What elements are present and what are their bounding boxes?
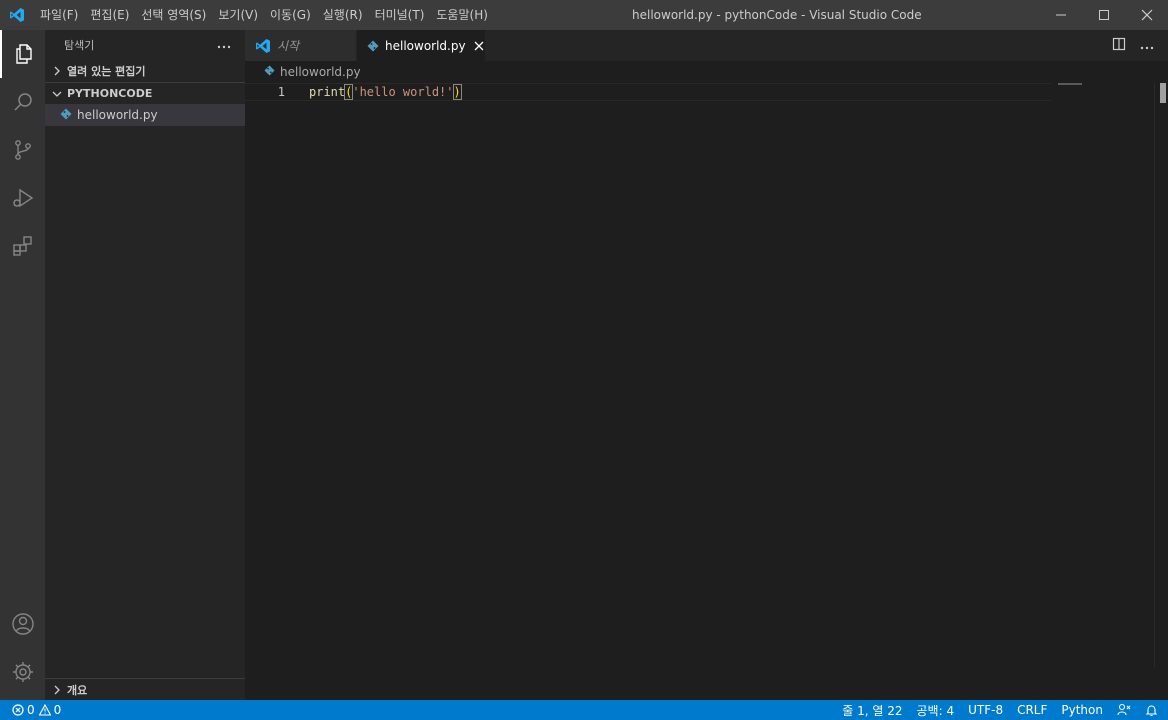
vscode-logo-icon xyxy=(255,38,271,54)
minimap-line xyxy=(1058,83,1082,85)
line-number: 1 xyxy=(277,85,285,99)
sidebar-header: 탐색기 xyxy=(45,30,245,60)
cursor-position[interactable]: 줄 1, 열 22 xyxy=(842,702,902,719)
account-button[interactable] xyxy=(0,600,45,648)
extensions-icon xyxy=(12,236,32,256)
status-right: 줄 1, 열 22 공백: 4 UTF-8 CRLF Python xyxy=(842,700,1158,720)
manage-button[interactable] xyxy=(0,648,45,696)
source-control-icon xyxy=(14,140,31,160)
ellipsis-icon xyxy=(217,45,231,48)
title-bar: 파일(F) 편집(E) 선택 영역(S) 보기(V) 이동(G) 실행(R) 터… xyxy=(0,0,1168,30)
run-debug-icon xyxy=(12,188,33,208)
file-label: helloworld.py xyxy=(77,108,158,122)
menu-view[interactable]: 보기(V) xyxy=(212,0,264,30)
window-controls xyxy=(1039,0,1168,30)
warnings-count: 0 xyxy=(53,703,62,717)
vscode-logo-icon xyxy=(0,0,34,30)
feedback-button[interactable] xyxy=(1117,703,1131,717)
close-icon xyxy=(1141,9,1152,21)
menu-selection[interactable]: 선택 영역(S) xyxy=(135,0,212,30)
maximize-button[interactable] xyxy=(1082,0,1125,30)
gear-icon xyxy=(12,662,33,682)
file-item-helloworld[interactable]: helloworld.py xyxy=(45,104,245,126)
extensions-button[interactable] xyxy=(0,222,45,270)
minimize-icon xyxy=(1055,14,1066,16)
close-icon xyxy=(474,41,484,50)
search-button[interactable] xyxy=(0,78,45,126)
chevron-down-icon xyxy=(49,90,65,98)
warnings-status: 0 xyxy=(38,703,62,717)
explorer-sidebar: 탐색기 열려 있는 편집기 PYTHONCODE helloworld.py 개… xyxy=(45,30,245,700)
split-editor-icon xyxy=(1112,37,1126,51)
warning-icon xyxy=(38,704,51,716)
close-window-button[interactable] xyxy=(1125,0,1168,30)
menu-terminal[interactable]: 터미널(T) xyxy=(369,0,431,30)
folder-label: PYTHONCODE xyxy=(67,87,153,100)
explorer-button[interactable] xyxy=(0,30,45,78)
explorer-icon xyxy=(15,44,32,64)
run-debug-button[interactable] xyxy=(0,174,45,222)
more-actions-button[interactable] xyxy=(217,39,231,52)
language-mode[interactable]: Python xyxy=(1061,703,1103,717)
indentation[interactable]: 공백: 4 xyxy=(917,702,955,719)
code-token-function: print xyxy=(309,85,346,99)
notifications-button[interactable] xyxy=(1145,704,1158,717)
account-icon xyxy=(11,613,34,635)
minimap[interactable] xyxy=(1058,83,1168,668)
minimize-button[interactable] xyxy=(1039,0,1082,30)
feedback-icon xyxy=(1117,703,1131,716)
errors-count: 0 xyxy=(27,703,35,717)
encoding[interactable]: UTF-8 xyxy=(968,703,1003,717)
error-icon xyxy=(12,704,24,716)
menu-run[interactable]: 실행(R) xyxy=(317,0,369,30)
window-title: helloworld.py - pythonCode - Visual Stud… xyxy=(632,8,922,22)
close-tab-button[interactable] xyxy=(474,41,484,51)
more-actions-button[interactable] xyxy=(1140,39,1154,53)
bell-icon xyxy=(1145,704,1158,716)
tab-label: 시작 xyxy=(277,39,300,53)
outline-label: 개요 xyxy=(67,683,88,697)
tabs-bar: 시작 helloworld.py xyxy=(245,30,1168,61)
overview-ruler xyxy=(1154,83,1168,668)
editor-actions xyxy=(1112,30,1154,61)
editor-area: 시작 helloworld.py helloworld.py 1 print('… xyxy=(245,30,1168,700)
chevron-right-icon xyxy=(49,685,65,695)
tab-label: helloworld.py xyxy=(385,38,466,53)
code-line[interactable]: print('hello world!') xyxy=(309,83,462,101)
python-file-icon xyxy=(60,108,72,123)
chevron-right-icon xyxy=(49,66,65,76)
outline-section[interactable]: 개요 xyxy=(45,678,245,700)
python-file-icon xyxy=(264,65,275,79)
menu-file[interactable]: 파일(F) xyxy=(34,0,84,30)
breadcrumb[interactable]: helloworld.py xyxy=(245,61,1168,83)
open-editors-label: 열려 있는 편집기 xyxy=(67,65,146,78)
activity-bar xyxy=(0,30,45,700)
end-of-line[interactable]: CRLF xyxy=(1017,703,1047,717)
ellipsis-icon xyxy=(1140,46,1154,49)
sidebar-title: 탐색기 xyxy=(64,39,95,52)
breadcrumb-file[interactable]: helloworld.py xyxy=(280,65,361,79)
open-editors-section[interactable]: 열려 있는 편집기 xyxy=(45,60,245,82)
split-editor-button[interactable] xyxy=(1112,37,1126,54)
maximize-icon xyxy=(1098,10,1109,20)
code-editor[interactable]: 1 print('hello world!') xyxy=(245,83,1168,668)
code-token-paren-close: ) xyxy=(452,84,462,100)
source-control-button[interactable] xyxy=(0,126,45,174)
tab-welcome[interactable]: 시작 xyxy=(245,30,357,61)
menu-help[interactable]: 도움말(H) xyxy=(430,0,494,30)
python-file-icon xyxy=(367,40,379,52)
menu-bar: 파일(F) 편집(E) 선택 영역(S) 보기(V) 이동(G) 실행(R) 터… xyxy=(34,0,494,30)
folder-section[interactable]: PYTHONCODE xyxy=(45,82,245,104)
status-bar: 0 0 줄 1, 열 22 공백: 4 UTF-8 CRLF Python xyxy=(0,700,1168,720)
code-token-string: 'hello world!' xyxy=(352,85,454,99)
menu-go[interactable]: 이동(G) xyxy=(264,0,317,30)
tab-helloworld[interactable]: helloworld.py xyxy=(357,30,486,61)
scrollbar-thumb[interactable] xyxy=(1160,83,1166,103)
errors-status: 0 xyxy=(12,703,35,717)
problems-indicator[interactable]: 0 0 xyxy=(0,703,61,717)
menu-edit[interactable]: 편집(E) xyxy=(84,0,135,30)
search-icon xyxy=(13,93,32,111)
